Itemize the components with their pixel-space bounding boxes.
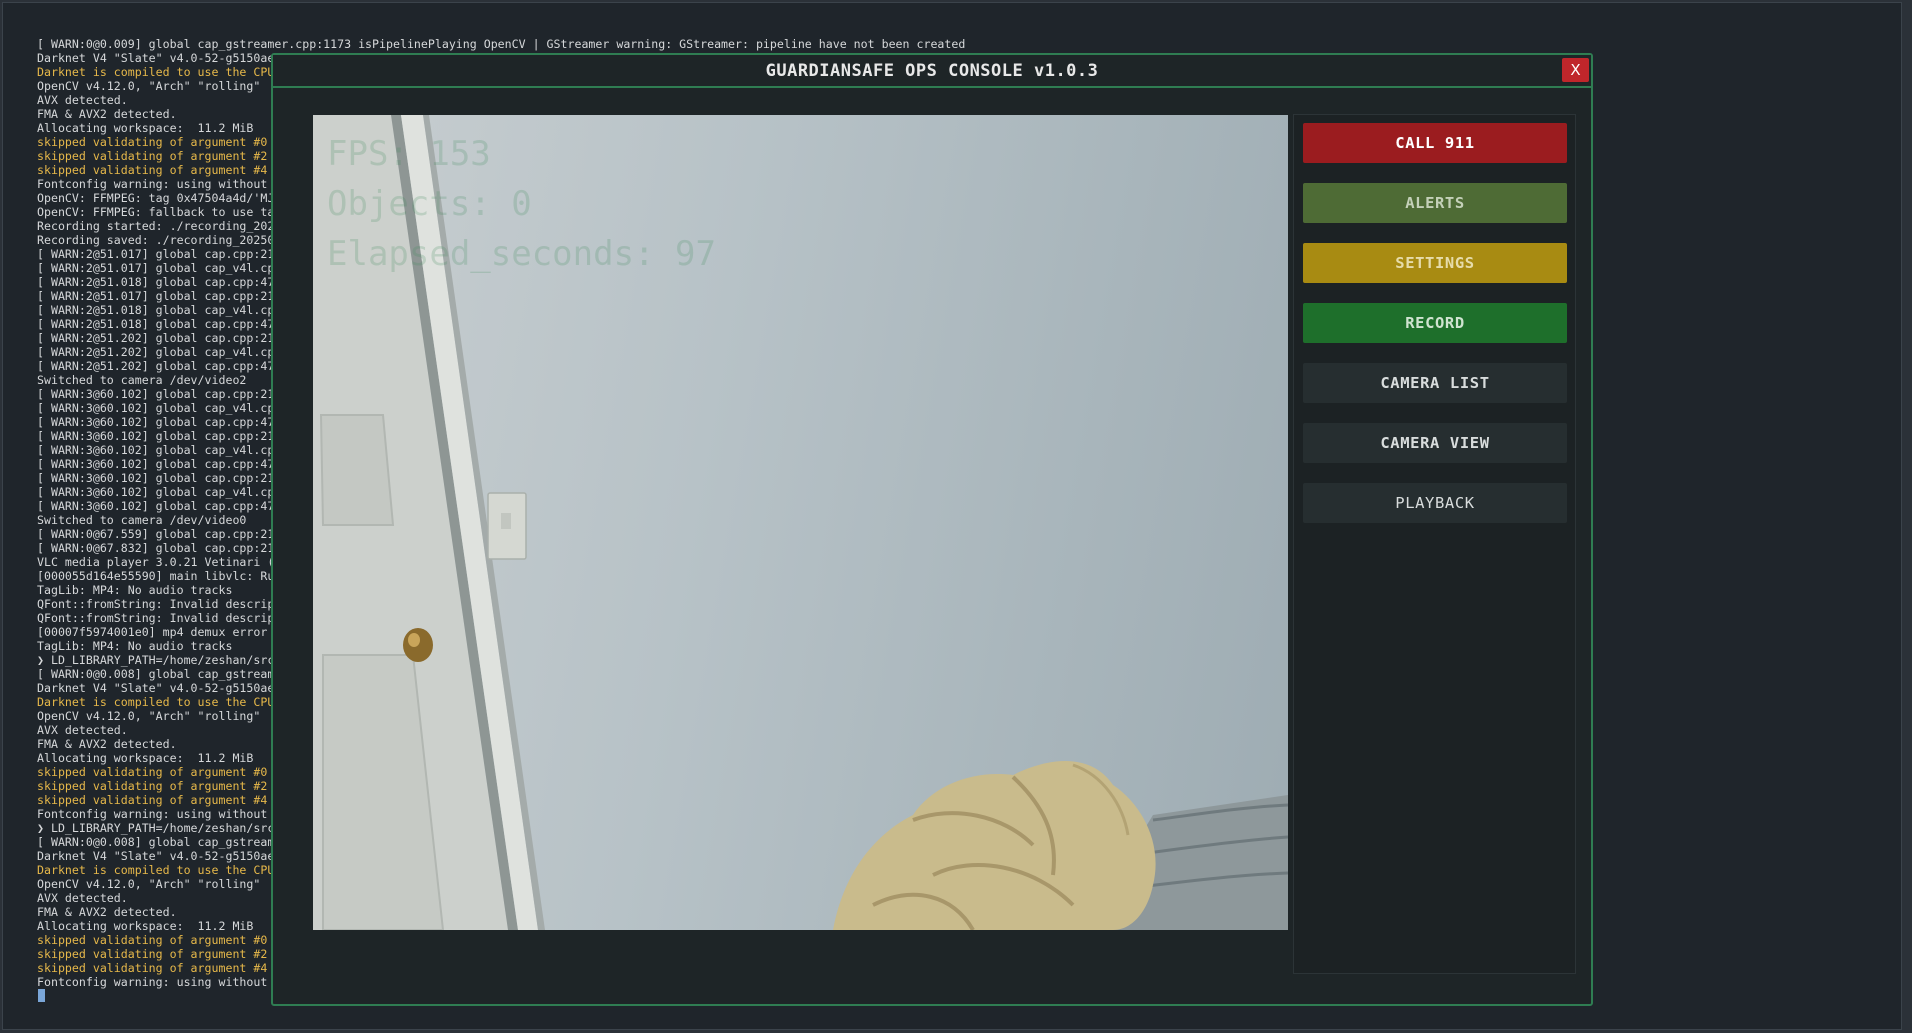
- call-911-button[interactable]: CALL 911: [1303, 123, 1567, 163]
- playback-button[interactable]: PLAYBACK: [1303, 483, 1567, 523]
- title-bar: GUARDIANSAFE OPS CONSOLE v1.0.3 X: [273, 55, 1591, 88]
- ops-console-window: GUARDIANSAFE OPS CONSOLE v1.0.3 X FPS: 1…: [271, 53, 1593, 1006]
- alerts-button[interactable]: ALERTS: [1303, 183, 1567, 223]
- terminal-line: [ WARN:0@0.009] global cap_gstreamer.cpp…: [37, 37, 966, 51]
- video-overlay: FPS: 153 Objects: 0 Elapsed_seconds: 97: [327, 129, 716, 279]
- objects-readout: Objects: 0: [327, 184, 532, 224]
- fps-readout: FPS: 153: [327, 134, 491, 174]
- terminal-cursor: [38, 989, 45, 1002]
- elapsed-readout: Elapsed_seconds: 97: [327, 234, 716, 274]
- settings-button[interactable]: SETTINGS: [1303, 243, 1567, 283]
- record-button[interactable]: RECORD: [1303, 303, 1567, 343]
- camera-list-button[interactable]: CAMERA LIST: [1303, 363, 1567, 403]
- close-button[interactable]: X: [1562, 58, 1589, 82]
- camera-feed: FPS: 153 Objects: 0 Elapsed_seconds: 97: [313, 115, 1288, 930]
- control-panel: CALL 911 ALERTS SETTINGS RECORD CAMERA L…: [1293, 114, 1576, 974]
- window-title: GUARDIANSAFE OPS CONSOLE v1.0.3: [765, 61, 1099, 81]
- camera-view-button[interactable]: CAMERA VIEW: [1303, 423, 1567, 463]
